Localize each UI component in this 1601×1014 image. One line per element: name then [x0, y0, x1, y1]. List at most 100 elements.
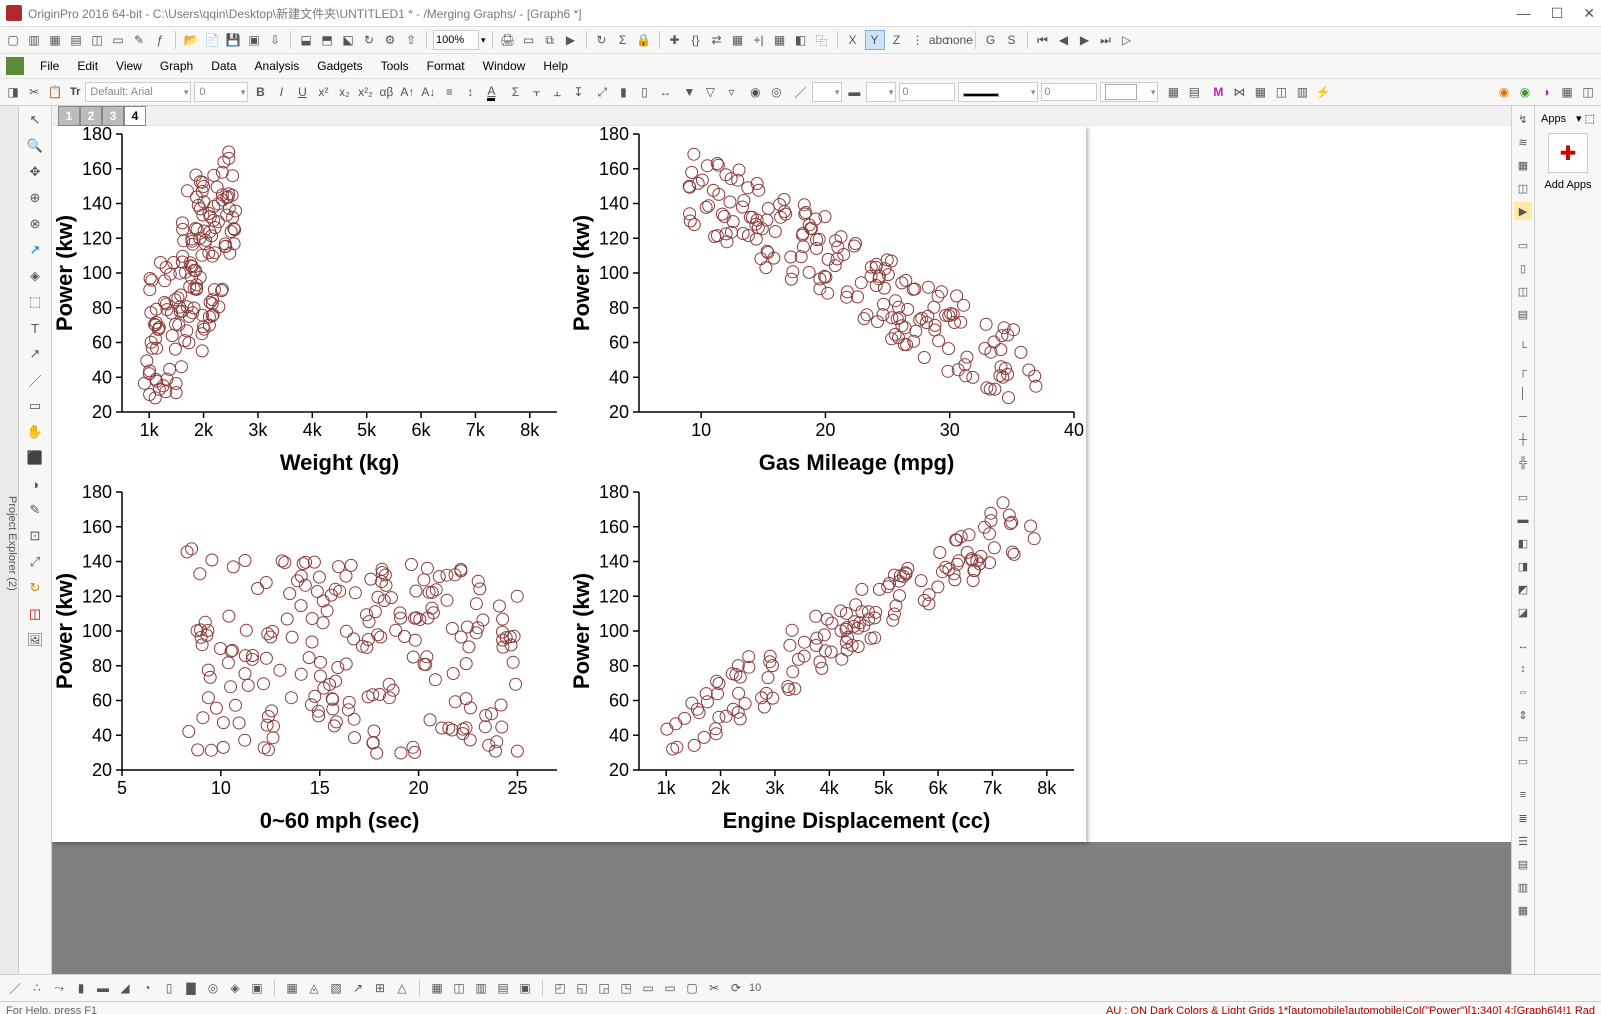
region-tool-icon[interactable]: ⬛ — [24, 448, 46, 468]
mask-b1-icon[interactable]: ◰ — [551, 979, 569, 997]
hand-tool-icon[interactable]: ✋ — [24, 422, 46, 442]
open-template-icon[interactable]: 📄 — [203, 31, 221, 49]
mask-b8-icon[interactable]: ✂ — [705, 979, 723, 997]
rt-ax2-icon[interactable]: ┌ — [1514, 362, 1532, 380]
line-tool-icon[interactable]: ／ — [24, 370, 46, 390]
mask-b7-icon[interactable]: ▢ — [683, 979, 701, 997]
rt-o6-icon[interactable]: ▭ — [1514, 752, 1532, 770]
maximize-button[interactable]: ☐ — [1551, 5, 1564, 22]
s-button[interactable]: S — [1003, 31, 1021, 49]
first-icon[interactable]: ⏮ — [1034, 31, 1052, 49]
db1-icon[interactable]: ◉ — [1495, 83, 1513, 101]
fill-style-combo[interactable] — [866, 82, 896, 102]
graph-page[interactable]: 204060801001201401601801k2k3k4k5k6k7k8kW… — [52, 126, 1086, 842]
chart-panel-3[interactable]: 204060801001201401601805101520250~60 mph… — [52, 484, 569, 842]
line-plot-icon[interactable]: ／ — [6, 979, 24, 997]
new-layout-icon[interactable]: ▭ — [109, 31, 127, 49]
text-tool-icon[interactable]: T — [24, 318, 46, 338]
menu-help[interactable]: Help — [535, 56, 576, 76]
rt-gadget4-icon[interactable]: ◫ — [1514, 179, 1532, 197]
rt-gadget3-icon[interactable]: ▦ — [1514, 156, 1532, 174]
group4-icon[interactable]: ▤ — [494, 979, 512, 997]
rt-gadget2-icon[interactable]: ≋ — [1514, 133, 1532, 151]
set-begin-icon[interactable]: abc — [930, 31, 948, 49]
rt-m6-icon[interactable]: ◪ — [1514, 603, 1532, 621]
apps-menu-icon[interactable]: ▾ ⬚ — [1576, 112, 1595, 125]
new-project-icon[interactable]: ▢ — [4, 31, 22, 49]
next-icon[interactable]: ▶ — [1076, 31, 1094, 49]
rt-m4-icon[interactable]: ◨ — [1514, 557, 1532, 575]
lock-icon[interactable]: 🔒 — [635, 31, 653, 49]
font-color-icon[interactable]: A — [482, 83, 500, 101]
duplicate-icon[interactable]: ⧉ — [541, 31, 559, 49]
menu-edit[interactable]: Edit — [69, 56, 106, 76]
import-wizard-icon[interactable]: ⬓ — [297, 31, 315, 49]
refresh-icon[interactable]: ↻ — [593, 31, 611, 49]
menu-analysis[interactable]: Analysis — [247, 56, 308, 76]
filter2-icon[interactable]: ▽ — [701, 83, 719, 101]
save-icon[interactable]: 💾 — [224, 31, 242, 49]
add-col-icon[interactable]: +| — [750, 31, 768, 49]
theme-icon[interactable]: ◨ — [4, 83, 22, 101]
mask-b4-icon[interactable]: ◳ — [617, 979, 635, 997]
rt-o1-icon[interactable]: ↔ — [1514, 637, 1532, 655]
rt-m2-icon[interactable]: ▬ — [1514, 511, 1532, 529]
batch-icon[interactable]: ⚙ — [381, 31, 399, 49]
new-function-icon[interactable]: ƒ — [151, 31, 169, 49]
db2-icon[interactable]: ◉ — [1516, 83, 1534, 101]
merge-icon[interactable]: ⿻ — [813, 31, 831, 49]
transfer-icon[interactable]: ⇄ — [708, 31, 726, 49]
stock-plot-icon[interactable]: ⊞ — [371, 979, 389, 997]
draw-tool-icon[interactable]: ✎ — [24, 500, 46, 520]
layer-mgmt-icon[interactable]: ◧ — [792, 31, 810, 49]
x-axis-icon[interactable]: X — [844, 31, 862, 49]
copy-format-icon[interactable]: ✂ — [25, 83, 43, 101]
reimport-icon[interactable]: ↻ — [360, 31, 378, 49]
project-explorer-tab[interactable]: Project Explorer (2) — [6, 492, 18, 595]
insert-image-icon[interactable]: 🖼 — [24, 630, 46, 650]
m-icon[interactable]: M — [1209, 83, 1227, 101]
new-excel-icon[interactable]: ▤ — [67, 31, 85, 49]
layer-grid-icon[interactable]: ▦ — [1164, 83, 1182, 101]
zoom-tool-icon[interactable]: 🔍 — [24, 136, 46, 156]
digitizer-icon[interactable]: ✚ — [666, 31, 684, 49]
rt-ax4-icon[interactable]: ─ — [1514, 408, 1532, 426]
fill-color-icon[interactable]: ▬ — [845, 83, 863, 101]
video-icon[interactable]: ▶ — [562, 31, 580, 49]
rt-p2-icon[interactable]: ≣ — [1514, 809, 1532, 827]
stats-icon[interactable]: Σ — [506, 83, 524, 101]
group5-icon[interactable]: ▣ — [516, 979, 534, 997]
y-axis-icon[interactable]: Y — [865, 30, 885, 50]
bar-chart-icon[interactable]: ▮ — [614, 83, 632, 101]
mask-b5-icon[interactable]: ▭ — [639, 979, 657, 997]
grid-toggle-icon[interactable]: ▦ — [1251, 83, 1269, 101]
enumerate-icon[interactable]: ⋮ — [909, 31, 927, 49]
rect-tool-icon[interactable]: ▭ — [24, 396, 46, 416]
rt-ax1-icon[interactable]: └ — [1514, 339, 1532, 357]
mask-tool-icon[interactable]: ◑ — [24, 474, 46, 494]
pen-size-combo[interactable]: 10 — [749, 982, 779, 994]
rt-frame4-icon[interactable]: ▤ — [1514, 305, 1532, 323]
sort-icon[interactable]: ↧ — [569, 83, 587, 101]
chart-panel-2[interactable]: 2040608010012014016018010203040Gas Milea… — [569, 126, 1086, 484]
line-swatch-combo[interactable] — [958, 82, 1038, 102]
sub-icon[interactable]: x₂ — [335, 83, 353, 101]
rt-o5-icon[interactable]: ▭ — [1514, 729, 1532, 747]
group1-icon[interactable]: ▦ — [428, 979, 446, 997]
zoom-combo[interactable]: ▾ — [433, 30, 486, 50]
menu-gadgets[interactable]: Gadgets — [309, 56, 370, 76]
open-icon[interactable]: 📂 — [182, 31, 200, 49]
num2-input[interactable]: 0 — [1041, 83, 1097, 101]
menu-tools[interactable]: Tools — [373, 56, 417, 76]
db3-icon[interactable]: ◑ — [1537, 83, 1555, 101]
mask-b3-icon[interactable]: ◲ — [595, 979, 613, 997]
3d-plot-icon[interactable]: ◈ — [226, 979, 244, 997]
code-builder-icon[interactable]: {} — [687, 31, 705, 49]
rescale-icon[interactable]: ⤢ — [593, 83, 611, 101]
rt-m1-icon[interactable]: ▭ — [1514, 488, 1532, 506]
supsub-icon[interactable]: x²₂ — [356, 83, 374, 101]
slide-icon[interactable]: ▭ — [520, 31, 538, 49]
mask-b2-icon[interactable]: ◱ — [573, 979, 591, 997]
rt-m5-icon[interactable]: ◩ — [1514, 580, 1532, 598]
new-workbook-icon[interactable]: ▥ — [25, 31, 43, 49]
